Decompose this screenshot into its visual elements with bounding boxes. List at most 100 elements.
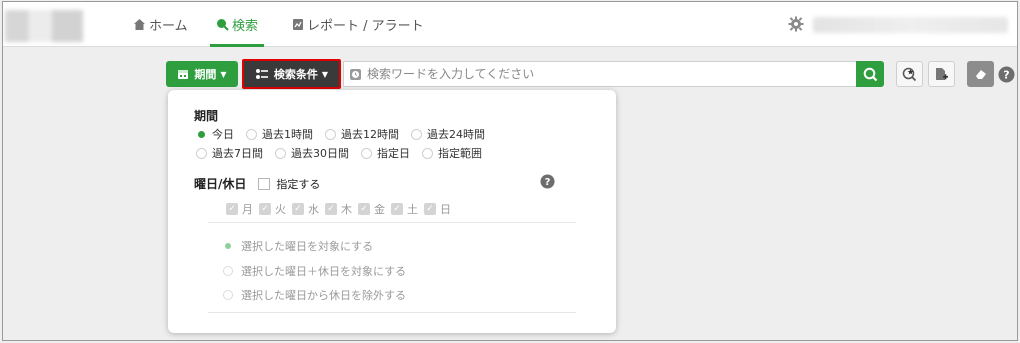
- clock-icon: [350, 68, 361, 80]
- day-label: 火: [275, 203, 286, 216]
- day-label: 土: [407, 203, 418, 216]
- clear-button[interactable]: [967, 61, 994, 87]
- day-sun[interactable]: ✓ 日: [424, 201, 451, 217]
- filter-icon: [255, 68, 269, 80]
- check-icon: ✓: [259, 203, 271, 215]
- weekday-specify-checkbox[interactable]: 指定する: [258, 176, 320, 192]
- period-option-label: 指定日: [377, 147, 410, 160]
- search-conditions-panel: 期間 今日 過去1時間 過去12時間 過去24時間 過去7日間 過去30日間 指…: [168, 90, 616, 333]
- period-option-label: 過去12時間: [341, 128, 399, 141]
- search-icon: [216, 18, 229, 31]
- report-icon: [292, 18, 304, 31]
- home-icon: [133, 18, 146, 31]
- weekday-mode-include-holidays[interactable]: 選択した曜日＋休日を対象にする: [223, 263, 406, 279]
- period-options-row-1: 今日 過去1時間 過去12時間 過去24時間: [196, 126, 497, 142]
- day-label: 金: [374, 203, 385, 216]
- radio: [325, 128, 336, 140]
- day-label: 水: [308, 203, 319, 216]
- chevron-down-icon: ▼: [321, 69, 329, 79]
- period-option-1h[interactable]: 過去1時間: [246, 126, 313, 142]
- check-icon: ✓: [424, 203, 436, 215]
- saved-search-button[interactable]: [896, 61, 923, 87]
- day-fri[interactable]: ✓ 金: [358, 201, 385, 217]
- search-input[interactable]: [367, 67, 847, 81]
- radio: [196, 147, 207, 159]
- chevron-down-icon: ▼: [220, 69, 227, 79]
- check-icon: ✓: [226, 203, 238, 215]
- period-option-label: 過去1時間: [262, 128, 313, 141]
- eraser-icon: [974, 68, 988, 80]
- checkbox: [258, 177, 271, 190]
- weekday-mode-label: 選択した曜日を対象にする: [241, 240, 374, 253]
- check-icon: ✓: [391, 203, 403, 215]
- day-label: 木: [341, 203, 352, 216]
- day-label: 月: [242, 203, 253, 216]
- period-option-12h[interactable]: 過去12時間: [325, 126, 399, 142]
- period-option-date[interactable]: 指定日: [361, 145, 410, 161]
- check-icon: ✓: [325, 203, 337, 215]
- period-option-label: 過去24時間: [427, 128, 485, 141]
- period-option-30d[interactable]: 過去30日間: [275, 145, 349, 161]
- add-document-button[interactable]: [928, 61, 955, 87]
- period-option-7d[interactable]: 過去7日間: [196, 145, 263, 161]
- search-submit-button[interactable]: [856, 61, 884, 87]
- nav-home-label: ホーム: [149, 19, 188, 34]
- magnifier-icon: [863, 67, 878, 82]
- radio: [223, 266, 233, 276]
- svg-text:?: ?: [1003, 69, 1009, 82]
- weekday-mode-exclude-holidays[interactable]: 選択した曜日から休日を除外する: [223, 287, 406, 303]
- app-window: ホーム 検索 レポート / アラート 期間 ▼ 検索条件 ▼ 検索ワードを入力し…: [2, 1, 1018, 341]
- period-options-row-2: 過去7日間 過去30日間 指定日 指定範囲: [196, 145, 494, 161]
- radio: [361, 147, 372, 159]
- check-icon: ✓: [358, 203, 370, 215]
- period-option-24h[interactable]: 過去24時間: [411, 126, 485, 142]
- period-option-label: 指定範囲: [438, 147, 482, 160]
- star-search-icon: [902, 67, 917, 82]
- period-option-label: 過去30日間: [291, 147, 349, 160]
- period-option-label: 過去7日間: [212, 147, 263, 160]
- weekday-mode-label: 選択した曜日＋休日を対象にする: [241, 265, 407, 278]
- weekday-section-title: 曜日/休日: [194, 177, 247, 191]
- weekday-specify-label: 指定する: [276, 177, 321, 191]
- divider: [208, 312, 576, 313]
- nav-report[interactable]: レポート / アラート: [292, 2, 424, 47]
- conditions-button-label: 検索条件: [273, 68, 318, 81]
- day-label: 日: [440, 203, 451, 216]
- gear-icon[interactable]: [788, 16, 804, 32]
- nav-search-label: 検索: [232, 19, 259, 34]
- add-document-icon: [935, 67, 948, 82]
- nav-report-label: レポート / アラート: [307, 19, 424, 34]
- user-info[interactable]: [813, 17, 1008, 33]
- check-icon: ✓: [292, 203, 304, 215]
- svg-text:?: ?: [545, 177, 551, 188]
- divider: [208, 222, 576, 223]
- day-wed[interactable]: ✓ 水: [292, 201, 319, 217]
- nav-home[interactable]: ホーム: [133, 2, 188, 47]
- conditions-button[interactable]: 検索条件 ▼: [242, 59, 341, 89]
- weekday-checkboxes: ✓ 月 ✓ 火 ✓ 水 ✓ 木 ✓ 金 ✓ 土 ✓ 日: [226, 201, 457, 217]
- radio: [422, 147, 433, 159]
- help-icon[interactable]: ?: [998, 66, 1015, 83]
- period-section-title: 期間: [194, 109, 219, 123]
- period-option-label: 今日: [212, 128, 234, 141]
- radio: [411, 128, 422, 140]
- logo: [5, 10, 83, 42]
- day-sat[interactable]: ✓ 土: [391, 201, 418, 217]
- period-option-range[interactable]: 指定範囲: [422, 145, 482, 161]
- calendar-icon: [177, 68, 189, 80]
- radio-selected: [198, 130, 205, 138]
- weekday-mode-include[interactable]: 選択した曜日を対象にする: [223, 238, 373, 254]
- top-nav: ホーム 検索 レポート / アラート: [3, 2, 1017, 47]
- period-button-label: 期間: [194, 68, 217, 81]
- radio-selected: [225, 243, 231, 249]
- help-icon[interactable]: ?: [540, 174, 555, 189]
- radio: [275, 147, 286, 159]
- period-button[interactable]: 期間 ▼: [166, 61, 238, 87]
- day-tue[interactable]: ✓ 火: [259, 201, 286, 217]
- weekday-mode-label: 選択した曜日から休日を除外する: [241, 289, 406, 302]
- day-thu[interactable]: ✓ 木: [325, 201, 352, 217]
- radio: [223, 290, 233, 300]
- period-option-today[interactable]: 今日: [196, 126, 234, 142]
- nav-search[interactable]: 検索: [209, 2, 265, 47]
- day-mon[interactable]: ✓ 月: [226, 201, 253, 217]
